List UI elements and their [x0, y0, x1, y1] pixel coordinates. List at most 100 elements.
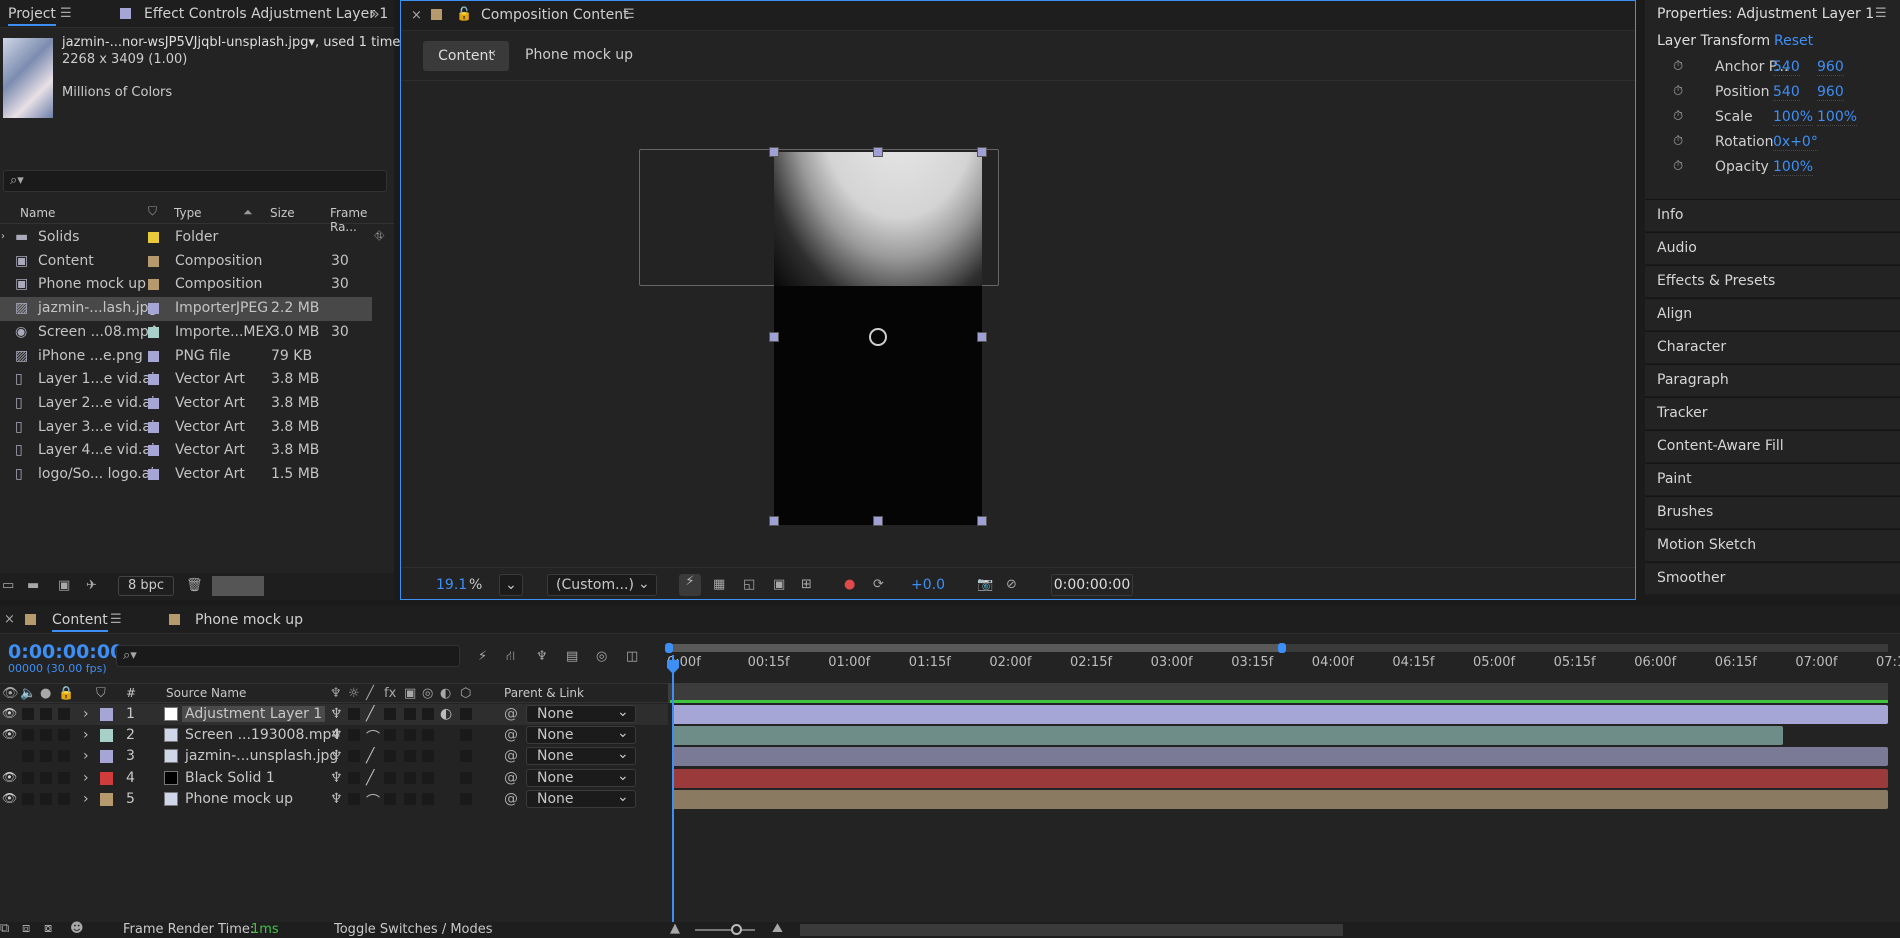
panel-effects-presets[interactable]: Effects & Presets	[1645, 265, 1900, 297]
item-label-chip[interactable]	[148, 326, 159, 338]
toggle-switches-modes[interactable]: Toggle Switches / Modes	[334, 922, 493, 937]
project-item[interactable]: ▨ jazmin-...lash.jpg ImporterJPEG 2.2 MB	[0, 297, 372, 322]
frame-blend-col-icon[interactable]: ▣	[404, 685, 416, 703]
render-time-icon[interactable]: ☻	[70, 920, 84, 938]
audio-box[interactable]	[22, 708, 34, 720]
panel-brushes[interactable]: Brushes	[1645, 496, 1900, 528]
render-icon[interactable]: ✈	[86, 577, 97, 595]
property-value-1[interactable]: 540	[1773, 84, 1800, 101]
shy-col-icon[interactable]: ♆	[330, 685, 342, 703]
handle-ml[interactable]	[769, 332, 779, 342]
show-snapshot-icon[interactable]: ⊘	[1006, 576, 1017, 594]
property-value-1[interactable]: 100%	[1773, 109, 1814, 126]
frame-blend-switch-box[interactable]	[404, 750, 416, 763]
new-folder-icon[interactable]: ▬	[27, 577, 39, 595]
layer-row[interactable]: 👁 › 2 Screen ...193008.mp4 ♆ ⌒ @ None ⌄	[0, 725, 668, 746]
project-item[interactable]: ▯ Layer 4...e vid.ai Vector Art 3.8 MB	[0, 439, 372, 463]
menu-icon[interactable]: ☰	[623, 6, 635, 24]
close-icon[interactable]: ×	[4, 611, 15, 629]
in-out-icon[interactable]: ⧇	[44, 920, 52, 938]
3d-switch-box[interactable]	[460, 750, 472, 763]
3d-switch-box[interactable]	[460, 792, 472, 805]
layer-row[interactable]: 👁 › 5 Phone mock up ♆ ⌒ @ None ⌄	[0, 789, 668, 810]
delete-icon[interactable]: 🗑	[186, 577, 203, 595]
thumbnail-bg-swatch[interactable]	[212, 576, 264, 596]
layer-row[interactable]: › 3 jazmin-...unsplash.jpg ♆ ╱ @ None ⌄	[0, 746, 668, 767]
property-value-2[interactable]: 960	[1817, 84, 1844, 101]
motion-blur-switch-box[interactable]	[422, 708, 434, 720]
snapshot-icon[interactable]: 📷	[977, 576, 993, 594]
adjustment-switch-icon[interactable]: ◐	[440, 706, 452, 722]
timeline-search-input[interactable]: ⌕▾	[116, 645, 460, 667]
panel-align[interactable]: Align	[1645, 298, 1900, 330]
channels-icon[interactable]: ●	[844, 576, 855, 594]
item-label-chip[interactable]	[148, 255, 159, 267]
parent-dropdown[interactable]: None ⌄	[526, 789, 636, 808]
audio-box[interactable]	[22, 750, 34, 763]
panel-paragraph[interactable]: Paragraph	[1645, 364, 1900, 396]
property-value-1[interactable]: 100%	[1773, 159, 1814, 176]
quality-switch-icon[interactable]: ╱	[366, 748, 374, 764]
item-label-chip[interactable]	[148, 469, 159, 480]
adjustment-col-icon[interactable]: ◐	[440, 685, 451, 703]
zoom-slider[interactable]	[695, 929, 755, 931]
timeline-timecode[interactable]: 0:00:00:00	[8, 641, 123, 663]
stopwatch-icon[interactable]: ⏱	[1673, 159, 1683, 174]
close-icon[interactable]: ×	[411, 7, 422, 25]
quality-switch-icon[interactable]: ⌒	[366, 791, 380, 811]
shy-switch-icon[interactable]: ♆	[330, 748, 343, 764]
zoom-value[interactable]: 19.1	[436, 577, 467, 593]
chevron-right-icon[interactable]: ›	[83, 748, 89, 764]
handle-br[interactable]	[977, 516, 987, 526]
fx-switch-box[interactable]	[384, 750, 396, 763]
lock-box[interactable]	[58, 729, 70, 742]
solo-box[interactable]	[40, 792, 52, 805]
parent-dropdown[interactable]: None ⌄	[526, 725, 636, 745]
layer-switches-icon[interactable]: ⧉	[0, 920, 9, 938]
comp-flowchart-icon[interactable]: ⛙	[506, 648, 515, 666]
motion-blur-switch-box[interactable]	[422, 729, 434, 742]
visibility-eye-icon[interactable]: 👁	[2, 706, 17, 720]
pickwhip-icon[interactable]: @	[504, 748, 518, 764]
project-item[interactable]: ▨ iPhone ...e.png PNG file 79 KB	[0, 345, 372, 369]
project-search-input[interactable]: ⌕▾	[3, 170, 387, 192]
work-area-start-handle[interactable]	[665, 643, 673, 653]
zoom-in-mountain-icon[interactable]: ⛰	[772, 920, 783, 938]
draft-3d-icon[interactable]: ⚡	[478, 648, 487, 666]
layer-label-chip[interactable]	[100, 750, 113, 764]
shy-icon[interactable]: ♆	[536, 648, 548, 666]
handle-tl[interactable]	[769, 147, 779, 157]
project-item[interactable]: ▣ Phone mock up Composition 30	[0, 273, 372, 297]
audio-box[interactable]	[22, 771, 34, 784]
frame-blend-switch-box[interactable]	[404, 708, 416, 720]
reset-button[interactable]: Reset	[1774, 33, 1813, 49]
crumb-phone-mock-up[interactable]: Phone mock up	[525, 47, 633, 63]
layer-bar[interactable]	[672, 726, 1783, 746]
collapse-switch-box[interactable]	[348, 729, 360, 742]
tab-project[interactable]: Project	[8, 6, 56, 26]
3d-switch-box[interactable]	[460, 771, 472, 784]
handle-bm[interactable]	[873, 516, 883, 526]
collapse-switch-box[interactable]	[348, 708, 360, 720]
layer-bar[interactable]	[672, 768, 1888, 788]
handle-tr[interactable]	[977, 147, 987, 157]
zoom-out-mountain-icon[interactable]: ▲	[670, 920, 680, 938]
project-item[interactable]: › ▬ Solids Folder	[0, 226, 372, 250]
solo-box[interactable]	[40, 729, 52, 742]
anchor-point-icon[interactable]	[869, 328, 887, 346]
bpc-button[interactable]: 8 bpc	[118, 576, 174, 596]
transfer-controls-icon[interactable]: ⧈	[22, 920, 30, 938]
item-label-chip[interactable]	[148, 350, 159, 362]
layer-row[interactable]: 👁 › 4 Black Solid 1 ♆ ╱ @ None ⌄	[0, 768, 668, 789]
3d-switch-box[interactable]	[460, 708, 472, 720]
panel-info[interactable]: Info	[1645, 199, 1900, 231]
shy-switch-icon[interactable]: ♆	[330, 791, 343, 807]
project-item[interactable]: ▯ Layer 1...e vid.ai Vector Art 3.8 MB	[0, 368, 372, 392]
col-name[interactable]: Name	[20, 206, 55, 220]
stopwatch-icon[interactable]: ⏱	[1673, 59, 1683, 74]
layer-label-chip[interactable]	[100, 729, 113, 743]
comp-timecode[interactable]: 0:00:00:00	[1051, 574, 1133, 596]
audio-switch-icon[interactable]: 🔈	[20, 685, 36, 703]
fast-preview-icon[interactable]: ⚡	[679, 574, 701, 596]
grid-guides-icon[interactable]: ⊞	[801, 576, 812, 594]
